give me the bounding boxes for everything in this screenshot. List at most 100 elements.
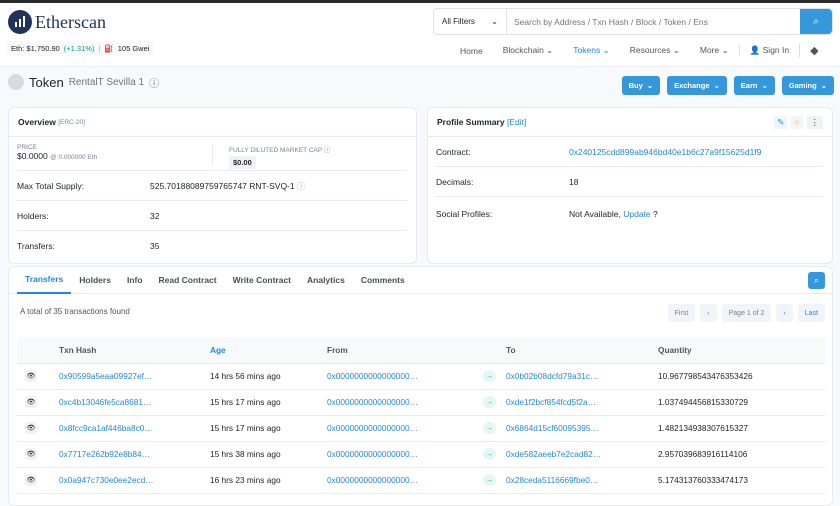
- wand-icon[interactable]: ✎: [774, 115, 788, 129]
- to-address-link[interactable]: 0xde1f2bcf854fcd5f2a…: [506, 397, 596, 407]
- search-input[interactable]: [507, 9, 800, 34]
- tab-comments[interactable]: Comments: [353, 267, 413, 294]
- col-to: To: [506, 337, 658, 364]
- table-row: 👁 0x7717e262b92e8b84… 15 hrs 38 mins ago…: [17, 441, 825, 468]
- txn-hash-link[interactable]: 0x0a947c730e0ee2ecd…: [59, 475, 154, 485]
- more-options-icon[interactable]: ⋮: [806, 115, 823, 129]
- nav-more[interactable]: More ⌄: [700, 45, 729, 56]
- col-quantity: Quantity: [658, 337, 825, 364]
- circle-icon[interactable]: ○: [791, 115, 803, 129]
- profile-title: Profile Summary: [437, 117, 505, 127]
- price-label: PRICE: [17, 144, 37, 151]
- from-address-link[interactable]: 0x0000000000000000…: [327, 449, 418, 459]
- update-link[interactable]: Update: [623, 209, 650, 219]
- decimals-label: Decimals:: [436, 176, 474, 187]
- transfers-value: 35: [150, 241, 160, 251]
- tab-write-contract[interactable]: Write Contract: [225, 267, 299, 294]
- eye-icon[interactable]: 👁: [25, 370, 37, 382]
- overview-card: Overview [ERC-20] PRICE $0.0000 @ 0.0000…: [8, 107, 417, 264]
- eye-icon[interactable]: 👁: [25, 396, 37, 408]
- from-cell: 0x0000000000000000…: [327, 389, 483, 416]
- buy-button[interactable]: Buy ⌄: [621, 76, 661, 95]
- arrow-col: [483, 337, 506, 364]
- age-cell: 14 hrs 56 mins ago: [210, 363, 327, 390]
- first-page-button[interactable]: First: [667, 304, 696, 322]
- question-icon[interactable]: ⓘ: [324, 147, 331, 154]
- tab-read-contract[interactable]: Read Contract: [151, 267, 225, 294]
- table-header: Txn Hash Age From To Quantity: [17, 337, 825, 364]
- supply-value: 525.70188089759765747 RNT-SVQ-1: [150, 180, 295, 191]
- eye-icon[interactable]: 👁: [25, 448, 37, 460]
- nav-blockchain-label: Blockchain: [502, 45, 544, 55]
- earn-button[interactable]: Earn ⌄: [733, 76, 775, 95]
- eye-icon[interactable]: 👁: [25, 422, 37, 434]
- gas-price[interactable]: 105 Gwei: [118, 44, 150, 53]
- prev-page-button[interactable]: ‹: [700, 304, 717, 322]
- age-cell: 16 hrs 23 mins ago: [210, 467, 327, 494]
- filter-dropdown[interactable]: All Filters ⌄: [434, 9, 507, 34]
- to-address-link[interactable]: 0x0b02b08dcfd79a31c…: [506, 371, 598, 381]
- sign-in-link[interactable]: 👤 Sign In: [738, 45, 789, 56]
- to-cell: 0x0b02b08dcfd79a31c…: [506, 363, 658, 390]
- next-page-button[interactable]: ›: [776, 304, 793, 322]
- ethereum-network-icon[interactable]: ◆: [799, 44, 819, 57]
- info-icon[interactable]: ⓘ: [149, 75, 159, 90]
- col-age[interactable]: Age: [210, 337, 327, 364]
- from-address-link[interactable]: 0x0000000000000000…: [327, 371, 418, 381]
- nav-home[interactable]: Home: [460, 46, 483, 56]
- eye-icon[interactable]: 👁: [25, 474, 37, 486]
- etherscan-logo[interactable]: Etherscan: [8, 10, 106, 34]
- from-address-link[interactable]: 0x0000000000000000…: [327, 475, 418, 485]
- to-cell: 0x6864d15cf60095395…: [506, 415, 658, 442]
- search-button[interactable]: ⌕: [800, 9, 832, 34]
- from-cell: 0x0000000000000000…: [327, 415, 483, 442]
- view-cell: 👁: [17, 441, 59, 468]
- arrow-cell: →: [483, 441, 506, 468]
- table-row: 👁 0x90599a5eaa09927ef… 14 hrs 56 mins ag…: [17, 363, 825, 390]
- arrow-cell: →: [483, 389, 506, 416]
- info-icon[interactable]: ⓘ: [297, 180, 306, 192]
- nav-tokens[interactable]: Tokens ⌄: [573, 45, 609, 56]
- table-row: 👁 0x8fcc9ca1af446ba8c0… 15 hrs 17 mins a…: [17, 415, 825, 442]
- edit-link[interactable]: [Edit]: [507, 117, 526, 127]
- tab-analytics[interactable]: Analytics: [299, 267, 353, 294]
- holders-label: Holders:: [17, 210, 49, 221]
- txn-hash-link[interactable]: 0xc4b13046fe5ca8681…: [59, 397, 151, 407]
- contract-address-link[interactable]: 0x240125cdd899ab946bd40e1b6c27a9f15625d1…: [569, 147, 761, 157]
- search-bar: All Filters ⌄ ⌕: [433, 8, 833, 35]
- to-cell: 0x28ceda5116669fbe0…: [506, 467, 658, 494]
- txn-hash-cell: 0xc4b13046fe5ca8681…: [59, 389, 210, 416]
- gaming-button[interactable]: Gaming ⌄: [781, 76, 834, 95]
- from-address-link[interactable]: 0x0000000000000000…: [327, 423, 418, 433]
- txn-hash-link[interactable]: 0x7717e262b92e8b84…: [59, 449, 150, 459]
- token-label: Token: [29, 74, 64, 90]
- transfers-label: Transfers:: [17, 241, 55, 251]
- tab-transfers[interactable]: Transfers: [17, 267, 72, 294]
- eth-price[interactable]: Eth: $1,750.90: [11, 44, 60, 53]
- arrow-cell: →: [483, 363, 506, 390]
- pagination: First ‹ Page 1 of 2 › Last: [667, 304, 825, 322]
- decimals-row: Decimals: 18: [436, 167, 824, 197]
- eye-col: [17, 337, 59, 364]
- last-page-button[interactable]: Last: [797, 304, 825, 322]
- transfers-row: Transfers: 35: [17, 231, 408, 261]
- supply-label: Max Total Supply:: [17, 180, 84, 191]
- from-cell: 0x0000000000000000…: [327, 441, 483, 468]
- social-label: Social Profiles:: [436, 209, 493, 219]
- logo-icon: [8, 10, 32, 34]
- age-cell: 15 hrs 38 mins ago: [210, 441, 327, 468]
- tab-info[interactable]: Info: [119, 267, 151, 294]
- from-address-link[interactable]: 0x0000000000000000…: [327, 397, 418, 407]
- exchange-button[interactable]: Exchange ⌄: [667, 76, 727, 95]
- nav-resources[interactable]: Resources ⌄: [630, 45, 680, 56]
- transfers-card: Transfers Holders Info Read Contract Wri…: [8, 266, 833, 506]
- search-transfers-button[interactable]: ⌕: [808, 272, 825, 289]
- to-address-link[interactable]: 0x28ceda5116669fbe0…: [506, 475, 598, 485]
- txn-hash-link[interactable]: 0x90599a5eaa09927ef…: [59, 371, 152, 381]
- tab-holders[interactable]: Holders: [71, 267, 119, 294]
- filter-label: All Filters: [442, 17, 475, 26]
- to-address-link[interactable]: 0x6864d15cf60095395…: [506, 423, 599, 433]
- to-address-link[interactable]: 0xde582aeeb7e2cad82…: [506, 449, 601, 459]
- nav-blockchain[interactable]: Blockchain ⌄: [503, 45, 554, 56]
- txn-hash-link[interactable]: 0x8fcc9ca1af446ba8c0…: [59, 423, 153, 433]
